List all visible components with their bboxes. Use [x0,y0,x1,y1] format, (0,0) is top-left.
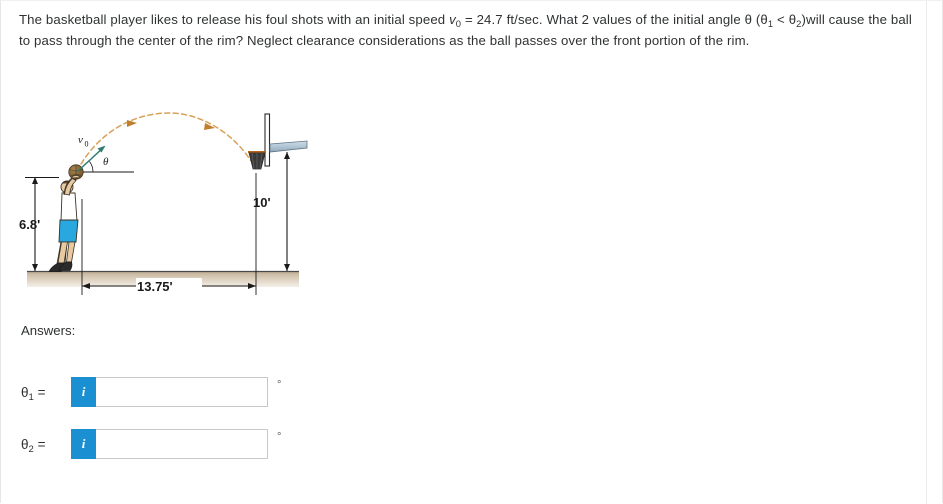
theta1-input[interactable] [96,377,268,407]
info-button-theta2[interactable]: i [71,429,96,459]
info-button-theta1[interactable]: i [71,377,96,407]
theta1-symbol: θ [760,12,768,27]
initial-speed-subscript: 0 [455,18,462,29]
theta-symbol: θ [744,12,753,27]
theta2-subscript: 2 [796,18,802,29]
backboard [264,113,271,167]
theta1-degree-unit: ° [277,379,282,391]
theta1-answer-label: θ1 = [21,384,46,403]
horizontal-distance-label: 13.75' [137,279,173,294]
theta2-degree-unit: ° [277,431,282,443]
problem-text-part4: < [773,12,789,27]
problem-statement: The basketball player likes to release h… [19,9,914,51]
answer-row-theta2: θ2 = i ° [21,429,281,459]
release-height-label: 6.8' [19,217,40,232]
answers-heading: Answers: [21,323,76,338]
problem-text-part2: = 24.7 ft/sec. What 2 values of the init… [461,12,745,27]
velocity-label: v [78,134,83,146]
initial-speed-symbol: v [449,12,456,27]
angle-arc [89,161,94,173]
basketball-trajectory-figure: v 0 θ 6.8' 10' 13.75' [19,99,309,299]
answer-row-theta1: θ1 = i ° [21,377,281,407]
theta2-input[interactable] [96,429,268,459]
backboard-support-arm [269,140,308,153]
problem-page: The basketball player likes to release h… [0,0,943,504]
angle-label: θ [103,156,109,168]
theta2-answer-label: θ2 = [21,436,46,455]
dimension-rim-height [284,152,290,271]
theta1-subscript: 1 [767,18,774,29]
page-right-border [926,1,927,504]
problem-text-part1: The basketball player likes to release h… [19,12,450,27]
basketball-player [48,174,81,272]
hoop-assembly [248,113,308,170]
velocity-label-subscript: 0 [85,140,89,149]
